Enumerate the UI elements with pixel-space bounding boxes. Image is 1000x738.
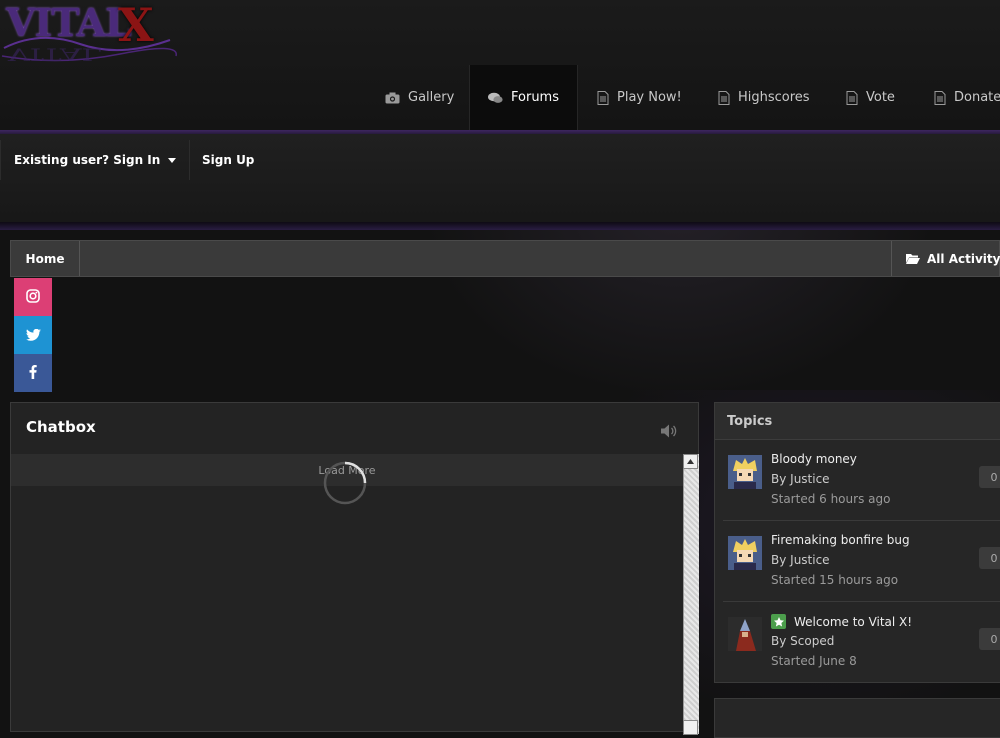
logo-reflection: VITAL	[8, 43, 102, 64]
nav-label: Highscores	[738, 90, 810, 105]
nav-label: Forums	[511, 90, 559, 105]
nav-label: Play Now!	[617, 90, 682, 105]
avatar	[728, 536, 762, 570]
breadcrumb-home-label: Home	[25, 251, 65, 266]
pinned-star-icon	[771, 614, 786, 629]
twitter-button[interactable]	[14, 316, 52, 354]
twitter-icon	[25, 326, 41, 345]
topics-title: Topics	[715, 403, 1000, 440]
document-icon	[718, 90, 730, 105]
nav-label: Gallery	[408, 90, 455, 105]
avatar	[728, 617, 762, 651]
caret-down-icon	[168, 157, 177, 163]
next-widget-panel	[714, 698, 1000, 738]
document-icon	[934, 90, 946, 105]
reply-count-badge: 0	[979, 466, 1000, 488]
main-nav: Gallery Forums Play Now! Highscores Vote	[0, 65, 1000, 130]
topic-item[interactable]: Firemaking bonfire bug By Justice Starte…	[723, 521, 1000, 602]
site-logo[interactable]: VITAL X VITAL	[0, 0, 180, 66]
instagram-button[interactable]	[14, 278, 52, 316]
chevron-up-icon	[687, 459, 694, 464]
sign-in-button[interactable]: Existing user? Sign In	[0, 140, 190, 180]
topic-author: By Justice	[771, 553, 830, 567]
nav-label: Vote	[866, 90, 895, 105]
all-activity-link[interactable]: All Activity	[891, 241, 1000, 276]
comments-icon	[488, 92, 503, 104]
facebook-button[interactable]	[14, 354, 52, 392]
breadcrumb-home[interactable]: Home	[11, 241, 80, 276]
nav-item-play-now[interactable]: Play Now!	[597, 65, 682, 130]
logo-x-letter: X	[118, 0, 154, 52]
nav-label: Donate!	[954, 90, 1000, 105]
chatbox-title: Chatbox	[26, 418, 96, 436]
folder-open-icon	[906, 253, 920, 264]
chat-scrollbar[interactable]	[683, 454, 699, 734]
loading-spinner-icon	[323, 461, 367, 505]
nav-item-donate[interactable]: Donate!	[934, 65, 1000, 130]
topic-started: Started 15 hours ago	[771, 573, 899, 587]
topic-title-text: Firemaking bonfire bug	[771, 533, 910, 547]
instagram-icon	[26, 288, 40, 307]
reply-count-badge: 0	[979, 628, 1000, 650]
all-activity-label: All Activity	[927, 251, 1000, 266]
topics-widget: Topics Bloody money By Justice Started 6…	[714, 402, 1000, 683]
topic-author: By Scoped	[771, 634, 835, 648]
sign-in-label: Existing user? Sign In	[14, 153, 161, 167]
nav-item-vote[interactable]: Vote	[846, 65, 895, 130]
topic-title[interactable]: Welcome to Vital X!	[771, 614, 912, 629]
document-icon	[846, 90, 858, 105]
topic-title-text: Bloody money	[771, 452, 857, 466]
document-icon	[597, 90, 609, 105]
topic-title[interactable]: Bloody money	[771, 452, 857, 466]
scroll-up-button[interactable]	[683, 454, 698, 469]
reply-count-badge: 0	[979, 547, 1000, 569]
sign-up-link[interactable]: Sign Up	[202, 140, 254, 180]
topic-started: Started 6 hours ago	[771, 492, 891, 506]
facebook-icon	[29, 364, 37, 383]
volume-icon	[661, 423, 679, 442]
chatbox-panel: Chatbox Load More	[10, 402, 699, 735]
topic-item[interactable]: Welcome to Vital X! By Scoped Started Ju…	[723, 602, 1000, 683]
topic-started: Started June 8	[771, 654, 857, 668]
breadcrumb: Home All Activity	[10, 240, 1000, 277]
topic-title-text: Welcome to Vital X!	[794, 614, 913, 629]
sound-toggle[interactable]	[661, 423, 679, 442]
topic-author: By Justice	[771, 472, 830, 486]
userbar-divider	[0, 222, 1000, 230]
sign-up-label: Sign Up	[202, 153, 255, 167]
avatar	[728, 455, 762, 489]
nav-item-highscores[interactable]: Highscores	[718, 65, 810, 130]
nav-item-forums[interactable]: Forums	[469, 65, 578, 130]
topic-title[interactable]: Firemaking bonfire bug	[771, 533, 910, 547]
nav-item-gallery[interactable]: Gallery	[385, 65, 454, 130]
camera-icon	[385, 92, 400, 104]
site-header: VITAL X VITAL Gallery Forums Play Now! H…	[0, 0, 1000, 130]
logo-text: VITAL	[6, 0, 132, 45]
topic-item[interactable]: Bloody money By Justice Started 6 hours …	[723, 440, 1000, 521]
